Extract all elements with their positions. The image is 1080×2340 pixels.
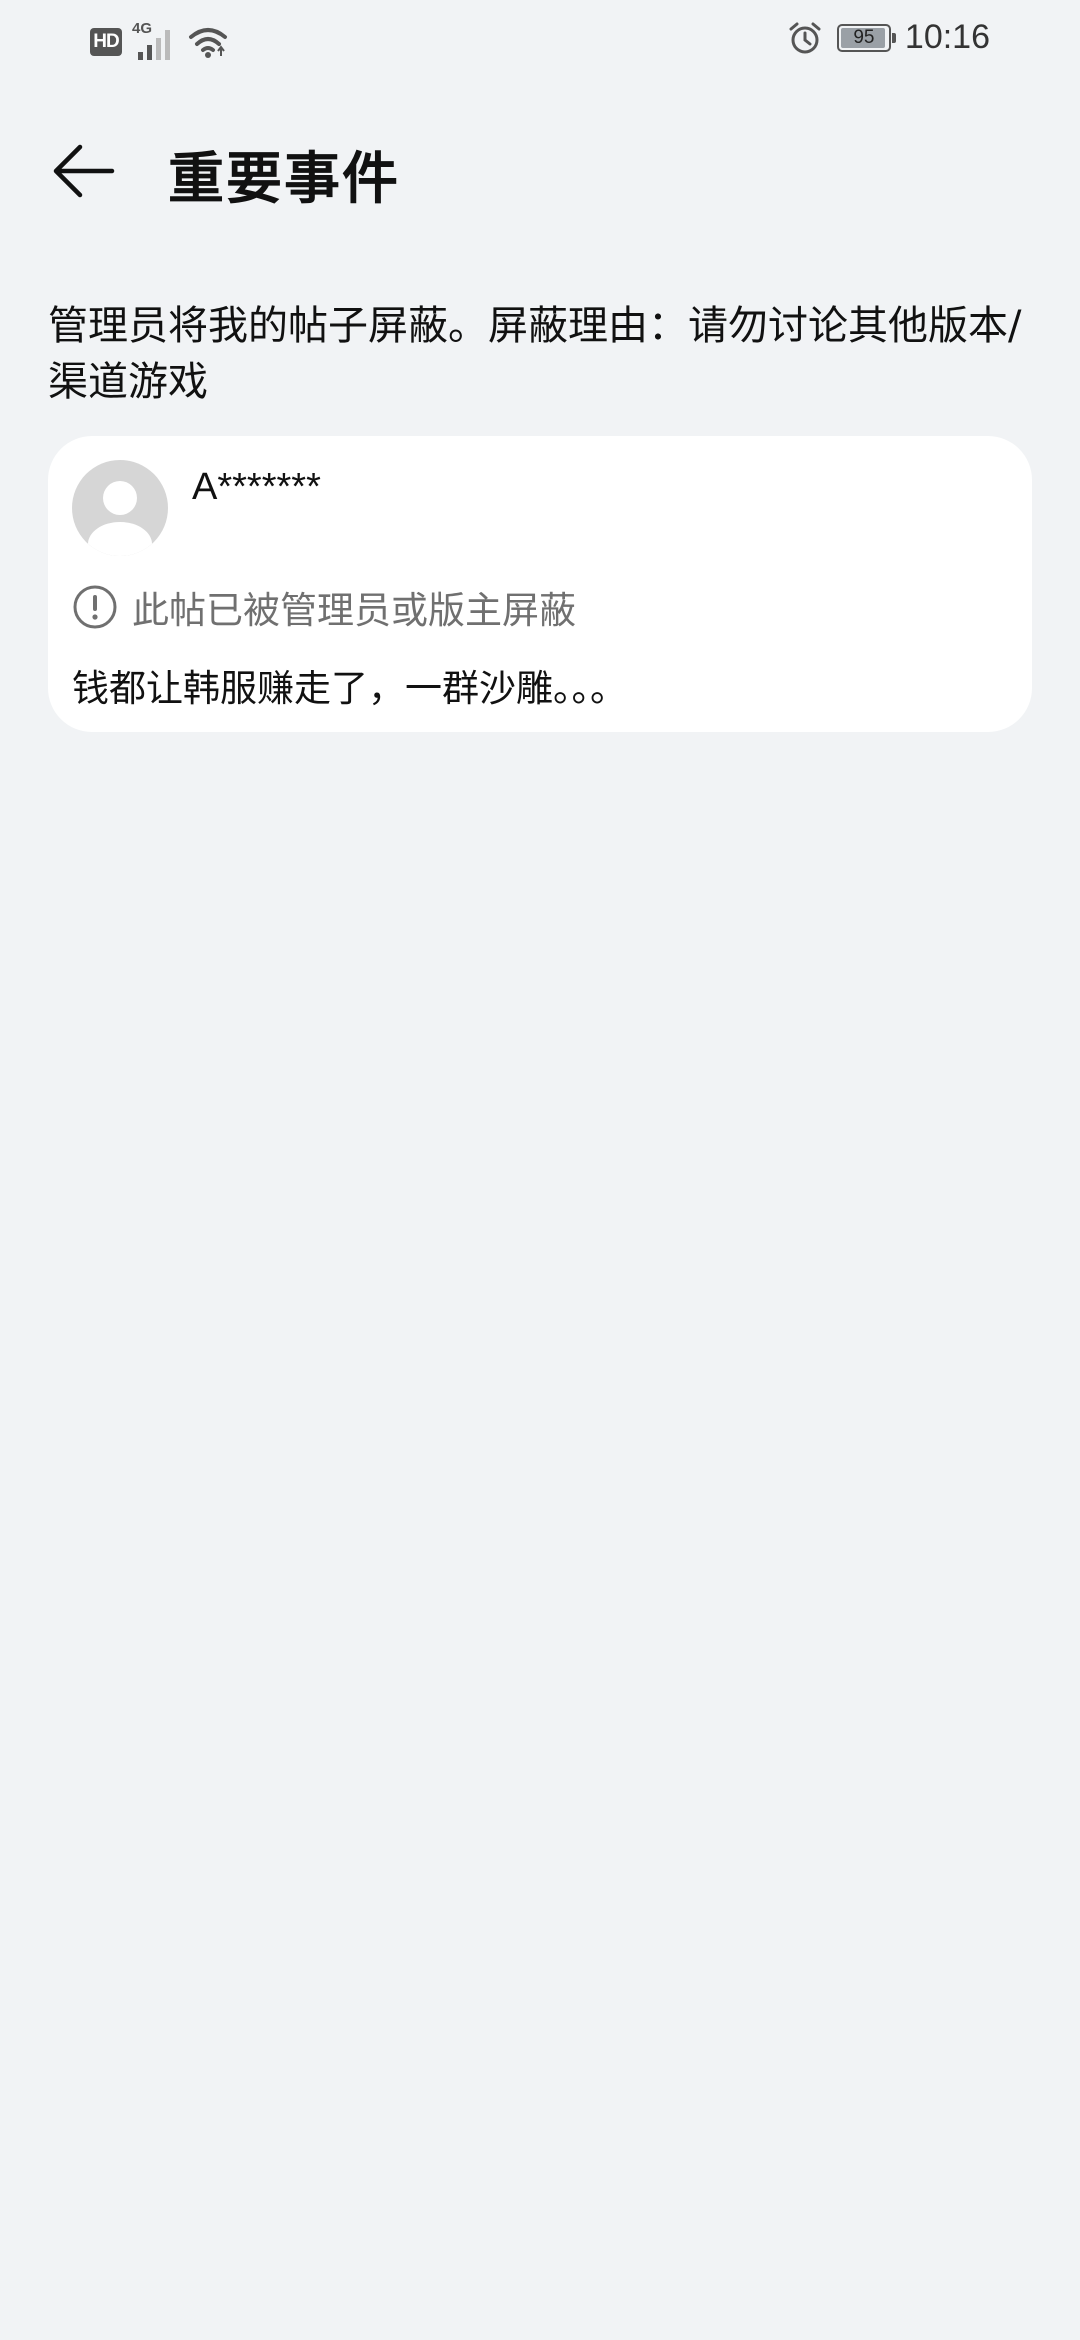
wifi-icon [189,28,227,58]
battery-level: 95 [853,26,875,48]
default-avatar-icon[interactable] [72,460,168,556]
status-time: 10:16 [904,18,990,56]
hd-icon: HD [90,28,122,56]
blocked-notice-text: 此帖已被管理员或版主屏蔽 [132,589,576,632]
status-left: HD 4G [90,20,228,62]
blocked-notice: 此帖已被管理员或版主屏蔽 [72,580,576,634]
post-author-name[interactable]: A******* [192,466,321,509]
app-header: 重要事件 [0,120,1080,220]
back-button[interactable] [44,136,124,206]
arrow-left-icon [53,144,115,198]
event-description: 管理员将我的帖子屏蔽。屏蔽理由：请勿讨论其他版本/渠道游戏 [48,303,1022,405]
post-content: 钱都让韩服赚走了，一群沙雕。。。 [72,667,627,710]
exclamation-circle-icon [73,585,117,629]
blocked-post-card[interactable]: A******* 此帖已被管理员或版主屏蔽 钱都让韩服赚走了，一群沙雕。。。 [48,436,1032,732]
battery-icon: 95 [836,23,896,52]
status-bar: HD 4G 95 10:16 [0,0,1080,84]
alarm-icon [789,22,821,53]
page-title: 重要事件 [168,147,400,212]
signal-icon: 4G [132,20,178,62]
status-right: 95 10:16 [787,18,990,57]
